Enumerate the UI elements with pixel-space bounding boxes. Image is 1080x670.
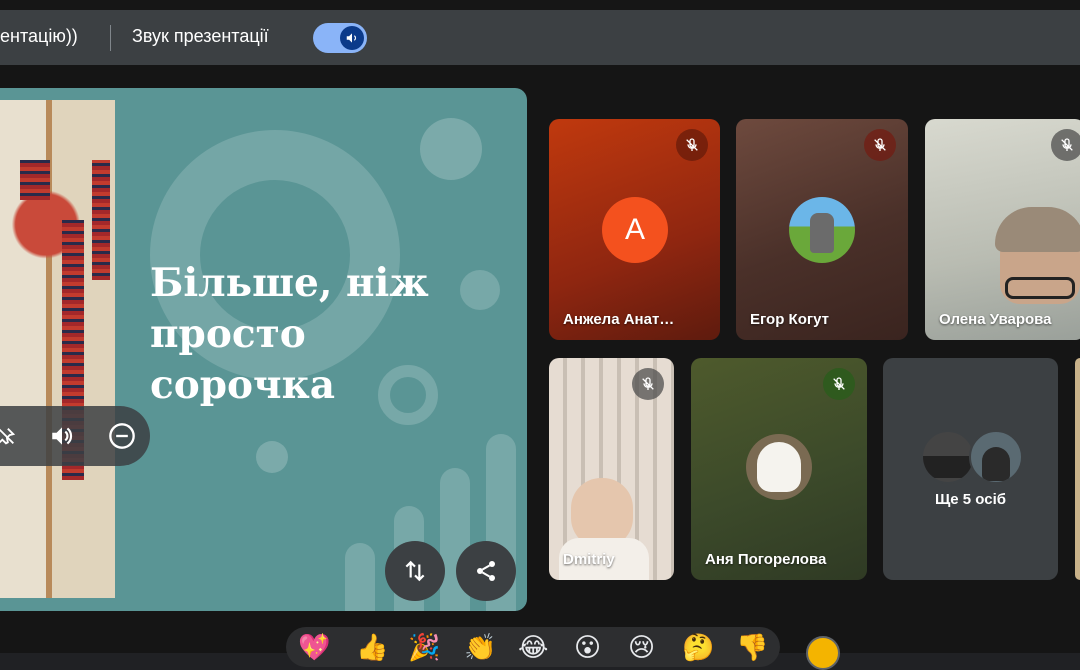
- speaker-icon: [340, 26, 364, 50]
- avatar: A: [602, 197, 668, 263]
- avatar: [921, 430, 975, 484]
- toolbar-divider: [110, 25, 111, 51]
- reaction-thumbs-up[interactable]: 👍: [356, 632, 388, 662]
- participant-tile[interactable]: Олена Уварова: [925, 119, 1080, 340]
- unpin-icon[interactable]: [0, 422, 20, 450]
- reaction-party-popper[interactable]: 🎉: [408, 632, 440, 662]
- mic-off-icon: [823, 368, 855, 400]
- mic-off-icon: [864, 129, 896, 161]
- participant-name: Анжела Анат…: [563, 311, 675, 328]
- presentation-name-text: ентацію)): [0, 26, 78, 46]
- participant-name: Dmitriy: [563, 551, 615, 568]
- decor-circle: [256, 441, 288, 473]
- presentation-sound-label: Звук презентації: [132, 26, 269, 46]
- avatar-letter: A: [624, 213, 645, 246]
- reaction-thinking[interactable]: 🤔: [682, 632, 714, 662]
- swap-layout-button[interactable]: [385, 541, 445, 601]
- presentation-toolbar: ентацію)) Звук презентації: [0, 10, 1080, 65]
- mic-off-icon: [676, 129, 708, 161]
- avatar: [969, 430, 1023, 484]
- mic-off-icon: [1051, 129, 1080, 161]
- avatar: [746, 434, 812, 500]
- reactions-bar: 💖 👍 🎉 👏 😂 😮 😢 🤔 👎: [286, 627, 780, 667]
- reaction-laughing[interactable]: 😂: [518, 632, 548, 662]
- participant-tile[interactable]: A Анжела Анат…: [549, 119, 720, 340]
- participant-tile[interactable]: Аня Погорелова: [691, 358, 867, 580]
- reaction-clapping-hands[interactable]: 👏: [464, 632, 496, 662]
- participant-name: Аня Погорелова: [705, 551, 827, 568]
- glasses: [1005, 277, 1075, 299]
- avatar: [789, 197, 855, 263]
- presentation-sound-toggle[interactable]: [313, 23, 367, 53]
- presentation-slide: Більше, ніж просто сорочка: [0, 88, 527, 611]
- decor-bar: [345, 543, 375, 611]
- embroidered-shirt-photo: [0, 100, 115, 598]
- remove-icon[interactable]: [108, 422, 136, 450]
- participant-tile[interactable]: Егор Когут: [736, 119, 908, 340]
- volume-icon[interactable]: [48, 422, 76, 450]
- more-participants-tile[interactable]: Ще 5 осіб: [883, 358, 1058, 580]
- skin-tone-selector[interactable]: [806, 636, 840, 670]
- slide-control-bar: [0, 406, 150, 466]
- reaction-thumbs-down[interactable]: 👎: [736, 632, 768, 662]
- reaction-sparkling-heart[interactable]: 💖: [298, 632, 330, 662]
- participant-name: Олена Уварова: [939, 311, 1052, 328]
- swap-vertical-icon: [405, 560, 425, 582]
- top-strip: [0, 0, 1080, 10]
- participant-hair: [995, 207, 1080, 252]
- participant-tile[interactable]: Dmitriy: [549, 358, 674, 580]
- share-icon: [477, 561, 495, 581]
- reaction-sad[interactable]: 😢: [628, 632, 655, 662]
- participant-name: Егор Когут: [750, 311, 829, 328]
- decor-circle: [420, 118, 482, 180]
- more-participants-label: Ще 5 осіб: [934, 491, 1007, 508]
- slide-title: Більше, ніж просто сорочка: [150, 260, 429, 408]
- mic-off-icon: [632, 368, 664, 400]
- reaction-surprised[interactable]: 😮: [574, 632, 601, 662]
- share-button[interactable]: [456, 541, 516, 601]
- participant-tile-partial[interactable]: [1075, 358, 1080, 580]
